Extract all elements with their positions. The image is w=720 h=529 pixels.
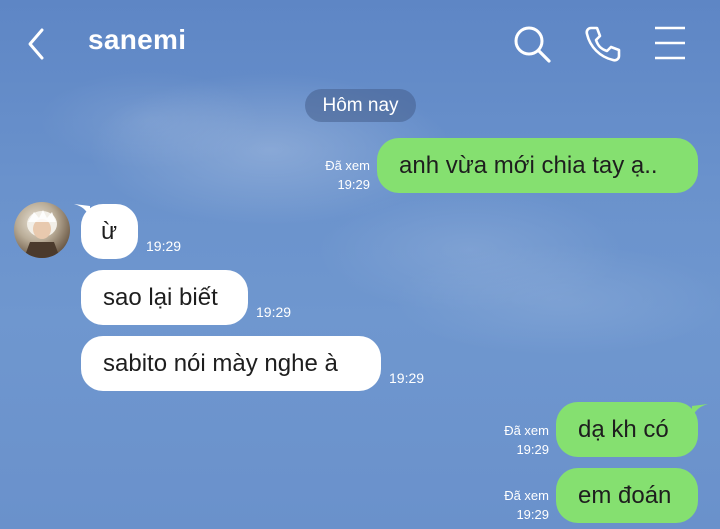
avatar-image	[24, 210, 60, 258]
voice-call-button[interactable]	[580, 22, 624, 66]
message-meta: Đã xem 19:29	[487, 421, 549, 459]
message-meta: Đã xem 19:29	[308, 156, 370, 194]
avatar[interactable]	[14, 202, 70, 258]
bubble-tail	[692, 404, 708, 418]
message-time: 19:29	[516, 507, 549, 522]
menu-icon	[655, 26, 685, 60]
menu-button[interactable]	[648, 22, 692, 66]
date-divider: Hôm nay	[305, 89, 416, 122]
search-button[interactable]	[510, 22, 554, 66]
back-button[interactable]	[20, 24, 56, 64]
bubble-tail	[74, 204, 90, 218]
message-bubble-outgoing[interactable]: anh vừa mới chia tay ạ..	[377, 138, 698, 193]
message-time: 19:29	[516, 442, 549, 457]
chat-header: sanemi	[0, 0, 720, 86]
back-arrow-icon	[28, 28, 44, 60]
message-bubble-incoming[interactable]: sabito nói mày nghe à	[81, 336, 381, 391]
message-bubble-outgoing[interactable]: dạ kh có	[556, 402, 698, 457]
message-meta: Đã xem 19:29	[487, 486, 549, 524]
message-bubble-incoming[interactable]: sao lại biết	[81, 270, 248, 325]
message-time: 19:29	[256, 304, 292, 320]
message-time: 19:29	[337, 177, 370, 192]
search-icon	[514, 26, 551, 63]
contact-name[interactable]: sanemi	[88, 24, 186, 56]
read-receipt: Đã xem	[504, 423, 549, 438]
message-time: 19:29	[389, 370, 425, 386]
message-time: 19:29	[146, 238, 182, 254]
read-receipt: Đã xem	[504, 488, 549, 503]
message-bubble-outgoing[interactable]: em đoán	[556, 468, 698, 523]
phone-icon	[585, 26, 621, 62]
read-receipt: Đã xem	[325, 158, 370, 173]
